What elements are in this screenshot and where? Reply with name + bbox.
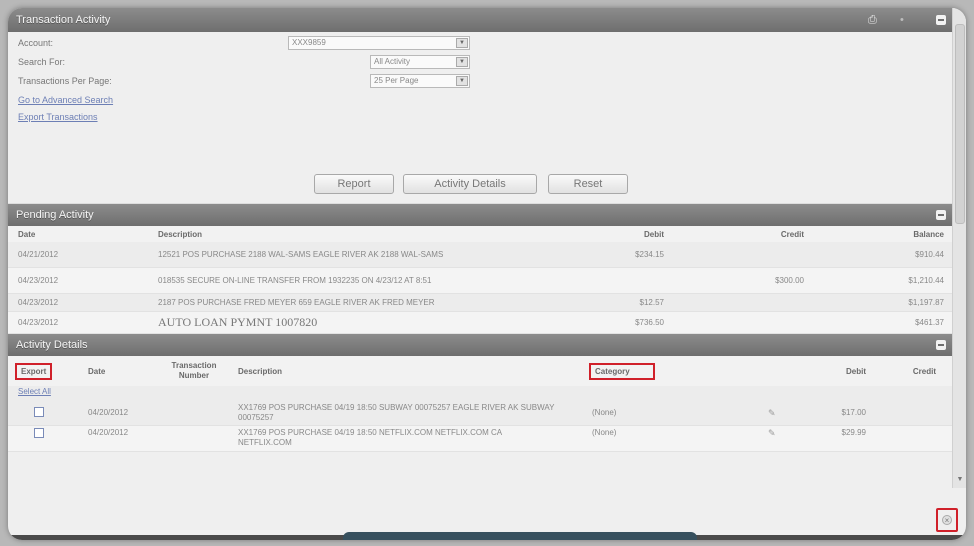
col-debit: Debit bbox=[846, 366, 866, 376]
row-debit: $29.99 bbox=[841, 428, 866, 437]
report-button[interactable]: Report bbox=[314, 174, 394, 194]
bottom-toolbar bbox=[343, 532, 697, 540]
export-checkbox[interactable] bbox=[34, 406, 44, 417]
screenshot-frame: Transaction Activity ⎙ • Account: XXX985… bbox=[8, 8, 966, 540]
row-debit: $736.50 bbox=[635, 318, 664, 327]
advanced-search-link[interactable]: Go to Advanced Search bbox=[18, 95, 113, 105]
row-note-cell: ✎ bbox=[768, 428, 788, 438]
col-date: Date bbox=[18, 229, 36, 239]
select-all-link[interactable]: Select All bbox=[18, 387, 51, 396]
row-balance: $461.37 bbox=[915, 318, 944, 327]
export-transactions-link[interactable]: Export Transactions bbox=[18, 112, 98, 122]
printer-icon[interactable]: ⎙ bbox=[868, 14, 880, 26]
edit-note-icon[interactable]: ✎ bbox=[768, 428, 778, 438]
close-icon: × bbox=[942, 515, 952, 525]
table-row: 04/23/2012 AUTO LOAN PYMNT 1007820 $736.… bbox=[8, 312, 952, 334]
col-credit: Credit bbox=[780, 229, 804, 239]
row-description: AUTO LOAN PYMNT 1007820 bbox=[158, 315, 318, 329]
table-row: 04/20/2012 XX1769 POS PURCHASE 04/19 18:… bbox=[8, 400, 952, 426]
row-debit: $12.57 bbox=[639, 298, 664, 307]
export-checkbox[interactable] bbox=[34, 428, 44, 438]
col-debit: Debit bbox=[644, 229, 664, 239]
row-date: 04/23/2012 bbox=[18, 298, 59, 307]
activity-details-title: Activity Details bbox=[16, 339, 88, 351]
activity-details-table: Export Date Transaction Number Descripti… bbox=[8, 356, 952, 452]
search-panel: Account: XXX9859 ▼ Search For: All Activ… bbox=[8, 32, 952, 204]
account-label: Account: bbox=[18, 38, 54, 48]
vertical-scrollbar[interactable]: ▼ bbox=[952, 8, 966, 488]
row-date: 04/20/2012 bbox=[88, 408, 129, 417]
select-all-row: Select All bbox=[8, 386, 952, 400]
transaction-activity-header: Transaction Activity ⎙ • bbox=[8, 8, 952, 32]
scroll-down-icon[interactable]: ▼ bbox=[955, 475, 965, 485]
col-export-wrap: Export bbox=[8, 362, 78, 380]
chevron-down-icon: ▼ bbox=[456, 38, 468, 48]
scrollbar-thumb[interactable] bbox=[955, 24, 965, 224]
col-category-wrap: Category bbox=[588, 362, 788, 380]
col-transaction-number: Transaction Number bbox=[171, 361, 217, 380]
col-category[interactable]: Category bbox=[589, 362, 655, 380]
col-export[interactable]: Export bbox=[14, 362, 53, 380]
activity-details-button[interactable]: Activity Details bbox=[403, 174, 537, 194]
account-select-value: XXX9859 bbox=[292, 38, 326, 47]
col-description: Description bbox=[238, 366, 283, 376]
reset-button[interactable]: Reset bbox=[548, 174, 628, 194]
close-button[interactable]: × bbox=[936, 508, 958, 532]
table-row: 04/23/2012 018535 SECURE ON-LINE TRANSFE… bbox=[8, 268, 952, 294]
row-date: 04/20/2012 bbox=[88, 428, 129, 437]
col-balance: Balance bbox=[913, 229, 944, 239]
row-export-cell bbox=[8, 406, 78, 419]
collapse-icon[interactable] bbox=[936, 15, 946, 25]
row-credit: $300.00 bbox=[775, 276, 804, 285]
row-balance: $910.44 bbox=[915, 250, 944, 259]
per-page-label: Transactions Per Page: bbox=[18, 76, 112, 86]
row-debit: $17.00 bbox=[841, 408, 866, 417]
row-description: XX1769 POS PURCHASE 04/19 18:50 NETFLIX.… bbox=[238, 428, 502, 447]
row-balance: $1,210.44 bbox=[908, 276, 944, 285]
per-page-select-value: 25 Per Page bbox=[374, 76, 419, 85]
search-for-select-value: All Activity bbox=[374, 57, 411, 66]
row-description: 018535 SECURE ON-LINE TRANSFER FROM 1932… bbox=[158, 275, 432, 285]
row-export-cell bbox=[8, 428, 78, 440]
collapse-icon[interactable] bbox=[936, 340, 946, 350]
row-category[interactable]: (None) bbox=[588, 428, 768, 437]
row-balance: $1,197.87 bbox=[908, 298, 944, 307]
pending-activity-table: Date Description Debit Credit Balance 04… bbox=[8, 226, 952, 334]
activity-details-header: Activity Details bbox=[8, 334, 952, 356]
account-select[interactable]: XXX9859 ▼ bbox=[288, 36, 470, 50]
activity-table-body: 04/20/2012 XX1769 POS PURCHASE 04/19 18:… bbox=[8, 400, 952, 452]
pending-activity-title: Pending Activity bbox=[16, 209, 94, 221]
chevron-down-icon: ▼ bbox=[456, 76, 468, 86]
activity-table-header: Export Date Transaction Number Descripti… bbox=[8, 356, 952, 386]
col-date: Date bbox=[88, 366, 106, 376]
row-category[interactable]: (None) bbox=[588, 408, 768, 417]
per-page-select[interactable]: 25 Per Page ▼ bbox=[370, 74, 470, 88]
row-date: 04/23/2012 bbox=[18, 318, 59, 327]
pending-table-body: 04/21/2012 12521 POS PURCHASE 2188 WAL-S… bbox=[8, 242, 952, 334]
row-description: 12521 POS PURCHASE 2188 WAL-SAMS EAGLE R… bbox=[158, 249, 444, 259]
row-description: XX1769 POS PURCHASE 04/19 18:50 SUBWAY 0… bbox=[238, 402, 555, 422]
row-description: 2187 POS PURCHASE FRED MEYER 659 EAGLE R… bbox=[158, 298, 435, 307]
table-row: 04/23/2012 2187 POS PURCHASE FRED MEYER … bbox=[8, 294, 952, 312]
search-for-select[interactable]: All Activity ▼ bbox=[370, 55, 470, 69]
row-debit: $234.15 bbox=[635, 250, 664, 259]
help-icon[interactable]: • bbox=[900, 14, 912, 26]
search-for-label: Search For: bbox=[18, 57, 66, 67]
transaction-activity-title: Transaction Activity bbox=[16, 14, 111, 26]
col-credit: Credit bbox=[912, 366, 936, 376]
row-note-cell: ✎ bbox=[768, 408, 788, 418]
chevron-down-icon: ▼ bbox=[456, 57, 468, 67]
row-date: 04/21/2012 bbox=[18, 250, 59, 259]
edit-note-icon[interactable]: ✎ bbox=[768, 408, 778, 418]
pending-activity-header: Pending Activity bbox=[8, 204, 952, 226]
pending-table-header: Date Description Debit Credit Balance bbox=[8, 226, 952, 242]
table-row: 04/21/2012 12521 POS PURCHASE 2188 WAL-S… bbox=[8, 242, 952, 268]
table-row: 04/20/2012 XX1769 POS PURCHASE 04/19 18:… bbox=[8, 426, 952, 452]
row-date: 04/23/2012 bbox=[18, 276, 59, 285]
col-description: Description bbox=[158, 229, 203, 239]
collapse-icon[interactable] bbox=[936, 210, 946, 220]
main-content: Transaction Activity ⎙ • Account: XXX985… bbox=[8, 8, 952, 540]
